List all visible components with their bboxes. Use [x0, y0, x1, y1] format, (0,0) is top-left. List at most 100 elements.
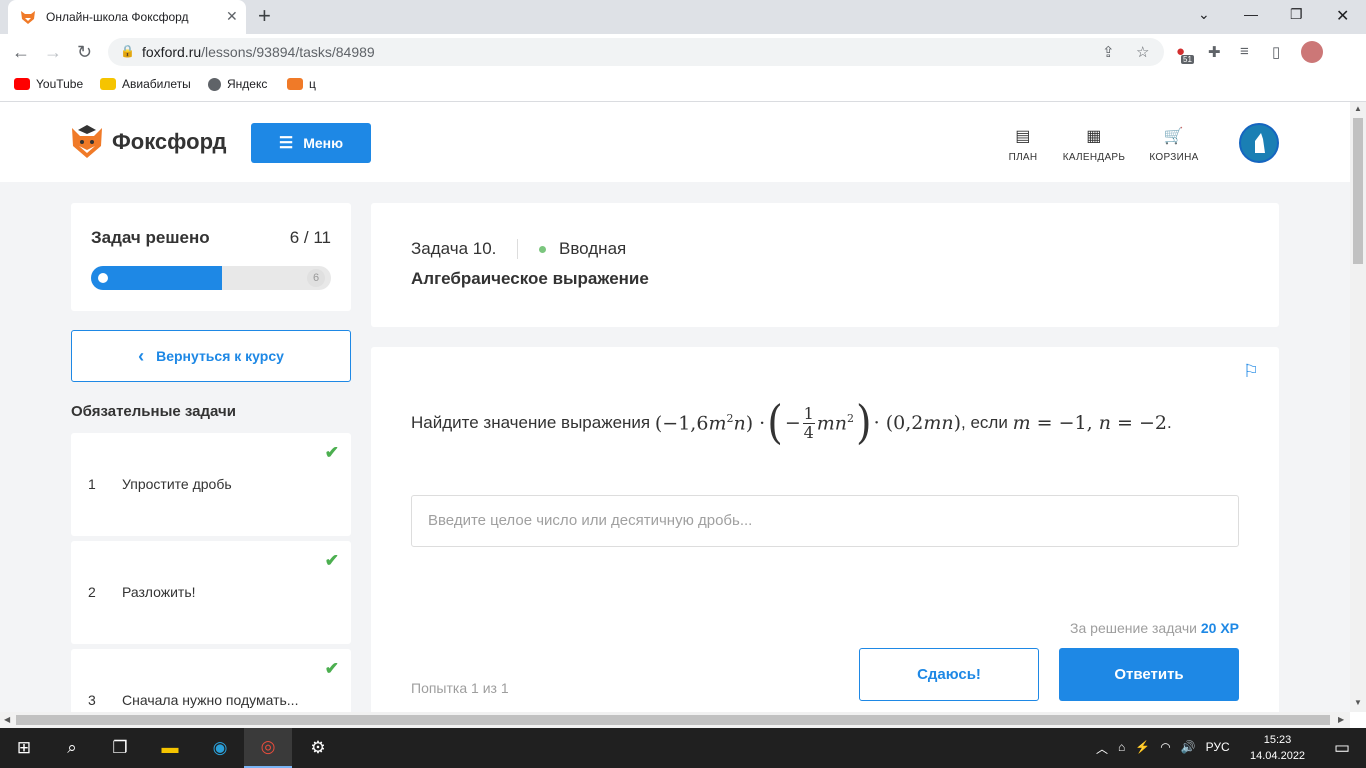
edge-icon[interactable]: ◉: [196, 728, 244, 768]
task-item[interactable]: 1 Упростите дробь ✔: [71, 433, 351, 536]
give-up-button[interactable]: Сдаюсь!: [859, 648, 1039, 701]
task-title: Алгебраическое выражение: [411, 269, 649, 288]
settings-gear-icon[interactable]: ⚙: [294, 728, 342, 768]
bookmark-aviabilety[interactable]: Авиабилеты: [100, 77, 191, 91]
progress-count: 6 / 11: [289, 228, 331, 247]
chevron-left-icon: ‹: [138, 345, 145, 366]
window-close-icon[interactable]: ✕: [1336, 6, 1349, 26]
task-item[interactable]: 3 Сначала нужно подумать... ✔: [71, 649, 351, 712]
language-indicator[interactable]: РУС: [1206, 740, 1230, 757]
url-bar[interactable]: 🔒 foxford.ru/lessons/93894/tasks/84989 ⇪…: [108, 38, 1164, 66]
reward-label: За решение задачи: [1070, 620, 1197, 636]
task-name: Разложить!: [122, 584, 196, 600]
back-to-course-button[interactable]: ‹ Вернуться к курсу: [71, 330, 351, 382]
menu-button[interactable]: ☰ Меню: [251, 123, 371, 163]
network-icon[interactable]: ⌂: [1118, 740, 1125, 757]
checkmark-icon: ✔: [324, 659, 339, 678]
bookmark-yandex[interactable]: Яндекс: [208, 77, 267, 91]
progress-card: Задач решено 6 / 11 6: [71, 203, 351, 311]
horizontal-scrollbar[interactable]: ◀ ▶: [0, 712, 1350, 728]
notifications-icon[interactable]: ▭: [1318, 728, 1366, 768]
task-number-label: Задача 10.: [411, 239, 497, 258]
scroll-up-icon[interactable]: ▲: [1354, 104, 1362, 113]
task-number: 1: [88, 476, 96, 492]
reload-icon[interactable]: ↻: [77, 42, 92, 63]
calendar-icon: ▦: [1086, 128, 1102, 145]
media-queue-icon[interactable]: ≡: [1240, 43, 1249, 60]
new-tab-icon[interactable]: +: [258, 5, 271, 27]
scroll-down-icon[interactable]: ▼: [1354, 698, 1362, 707]
url-path: /lessons/93894/tasks/84989: [201, 44, 375, 60]
address-bar-row: ← → ↻ 🔒 foxford.ru/lessons/93894/tasks/8…: [0, 34, 1366, 70]
progress-dot: [98, 273, 108, 283]
chrome-icon[interactable]: ◎: [244, 728, 292, 768]
task-view-icon[interactable]: ❐: [96, 728, 144, 768]
bookmark-label: ц: [309, 77, 316, 91]
side-panel-icon[interactable]: ▯: [1272, 43, 1280, 61]
checkmark-icon: ✔: [324, 443, 339, 462]
math-expression: (−1,6m2n) ·: [654, 411, 766, 435]
tab-search-chevron-icon[interactable]: ⌄: [1198, 6, 1210, 23]
url-text: foxford.ru/lessons/93894/tasks/84989: [142, 44, 375, 60]
logo-text: Фоксфорд: [112, 129, 227, 154]
clock-time: 15:23: [1263, 734, 1292, 746]
cart-icon: 🛒: [1163, 128, 1185, 145]
report-flag-icon[interactable]: ⚐: [1243, 361, 1259, 382]
tab-title: Онлайн-школа Фоксфорд: [46, 10, 189, 24]
volume-icon[interactable]: 🔊: [1181, 740, 1196, 757]
profile-avatar[interactable]: [1301, 41, 1323, 63]
bookmark-star-icon[interactable]: ☆: [1136, 43, 1149, 61]
tab-close-icon[interactable]: ✕: [226, 8, 238, 25]
math-term: · (0,2mn): [873, 412, 962, 434]
reward-text: За решение задачи 20 XP: [1070, 620, 1239, 636]
nav-label: КОРЗИНА: [1149, 152, 1199, 163]
power-icon[interactable]: ⚡: [1135, 740, 1150, 757]
vertical-scroll-thumb[interactable]: [1353, 118, 1363, 264]
task-number: 3: [88, 692, 96, 708]
minimize-icon[interactable]: —: [1244, 6, 1258, 22]
maximize-icon[interactable]: ❐: [1290, 6, 1303, 23]
level-dot: [539, 246, 546, 253]
clock[interactable]: 15:23 14.04.2022: [1250, 732, 1305, 764]
submit-answer-button[interactable]: Ответить: [1059, 648, 1239, 701]
tray-chevron-icon[interactable]: ︿: [1096, 740, 1108, 757]
task-header-card: Задача 10. Вводная Алгебраическое выраже…: [371, 203, 1279, 327]
checkmark-icon: ✔: [324, 551, 339, 570]
math-fraction: 14: [802, 403, 815, 442]
menu-label: Меню: [303, 135, 344, 151]
progress-label: Задач решено: [91, 228, 210, 247]
task-item[interactable]: 2 Разложить! ✔: [71, 541, 351, 644]
horizontal-scroll-thumb[interactable]: [16, 715, 1330, 725]
browser-tab-bar: Онлайн-школа Фоксфорд ✕ + ⌄ — ❐ ✕: [0, 0, 1366, 34]
bookmark-youtube[interactable]: YouTube: [14, 77, 83, 91]
user-avatar-icon: [1255, 133, 1265, 153]
scroll-right-icon[interactable]: ▶: [1338, 715, 1344, 724]
math-term: mn2: [816, 411, 855, 435]
scroll-left-icon[interactable]: ◀: [4, 715, 10, 724]
nav-cart[interactable]: 🛒 КОРЗИНА: [1134, 126, 1214, 163]
search-icon[interactable]: ⌕: [48, 728, 96, 768]
browser-tab[interactable]: Онлайн-школа Фоксфорд ✕: [8, 0, 246, 34]
wifi-icon[interactable]: ◠: [1160, 740, 1170, 757]
document-icon: ▤: [1015, 128, 1031, 145]
user-avatar[interactable]: [1239, 123, 1279, 163]
site-header: Фоксфорд ☰ Меню ▤ ПЛАН ▦ КАЛЕНДАРЬ 🛒 КОРЗИН…: [0, 102, 1350, 182]
nav-calendar[interactable]: ▦ КАЛЕНДАРЬ: [1054, 126, 1134, 163]
nav-plan[interactable]: ▤ ПЛАН: [983, 126, 1063, 163]
page-content: Фоксфорд ☰ Меню ▤ ПЛАН ▦ КАЛЕНДАРЬ 🛒 КОРЗИН…: [0, 102, 1350, 712]
share-icon[interactable]: ⇪: [1102, 43, 1115, 61]
forward-arrow-icon[interactable]: →: [44, 42, 62, 63]
url-host: foxford.ru: [142, 44, 202, 60]
task-number: 2: [88, 584, 96, 600]
windows-start-icon[interactable]: ⊞: [0, 728, 48, 768]
task-name: Сначала нужно подумать...: [122, 692, 299, 708]
file-explorer-icon[interactable]: ▬: [146, 728, 194, 768]
extensions-puzzle-icon[interactable]: ✚: [1208, 43, 1221, 61]
back-arrow-icon[interactable]: ←: [12, 42, 30, 63]
lock-icon: 🔒: [120, 44, 135, 58]
bookmark-c[interactable]: ц: [287, 77, 316, 91]
vertical-scrollbar[interactable]: ▲ ▼: [1350, 102, 1366, 712]
answer-input[interactable]: Введите целое число или десятичную дробь…: [411, 495, 1239, 547]
math-paren: (: [767, 396, 783, 450]
logo[interactable]: Фоксфорд: [70, 124, 226, 160]
